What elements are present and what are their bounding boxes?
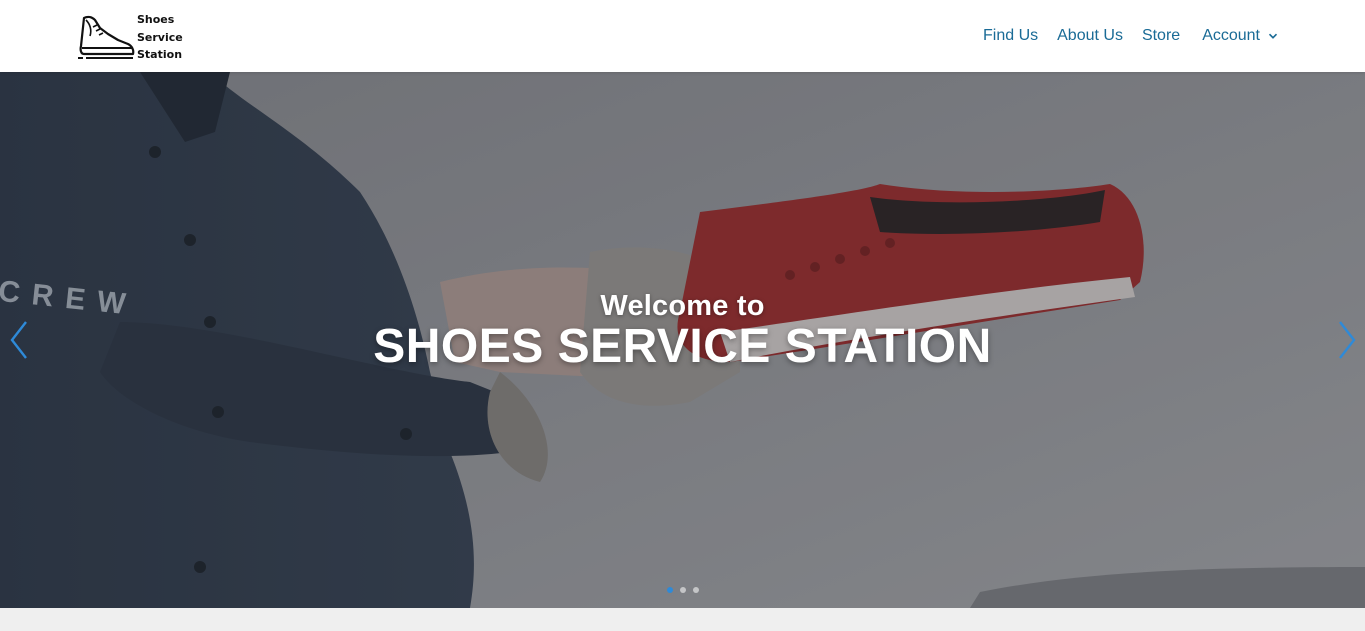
logo-wordmark: Shoes Service Station <box>137 11 183 64</box>
nav-account-label: Account <box>1202 27 1260 44</box>
nav-about-us[interactable]: About Us <box>1057 27 1123 45</box>
slider-dot-2[interactable] <box>679 587 686 593</box>
hero-slider: CREW Welcome to SHOES SERVICE STATION <box>0 72 1365 608</box>
logo-line-1: Shoes <box>137 13 175 26</box>
chevron-left-icon <box>10 321 27 359</box>
slider-pagination <box>0 587 1365 593</box>
slider-dot-1[interactable] <box>666 587 673 593</box>
logo-line-3: Station <box>137 48 183 61</box>
site-logo[interactable]: Shoes Service Station <box>78 8 188 64</box>
chevron-down-icon <box>1268 33 1278 39</box>
slider-prev-button[interactable] <box>7 319 31 361</box>
sneaker-icon <box>78 15 135 59</box>
main-nav: Find Us About Us Store Account <box>983 0 1278 72</box>
nav-find-us[interactable]: Find Us <box>983 27 1038 45</box>
slider-next-button[interactable] <box>1335 319 1359 361</box>
chevron-right-icon <box>1339 321 1356 359</box>
below-hero-section <box>0 608 1365 631</box>
site-header: Shoes Service Station Find Us About Us S… <box>0 0 1365 72</box>
slider-dot-3[interactable] <box>692 587 699 593</box>
logo-line-2: Service <box>137 30 183 44</box>
nav-account[interactable]: Account <box>1202 27 1278 45</box>
hero-headline: SHOES SERVICE STATION <box>373 320 992 373</box>
nav-store[interactable]: Store <box>1142 27 1180 45</box>
